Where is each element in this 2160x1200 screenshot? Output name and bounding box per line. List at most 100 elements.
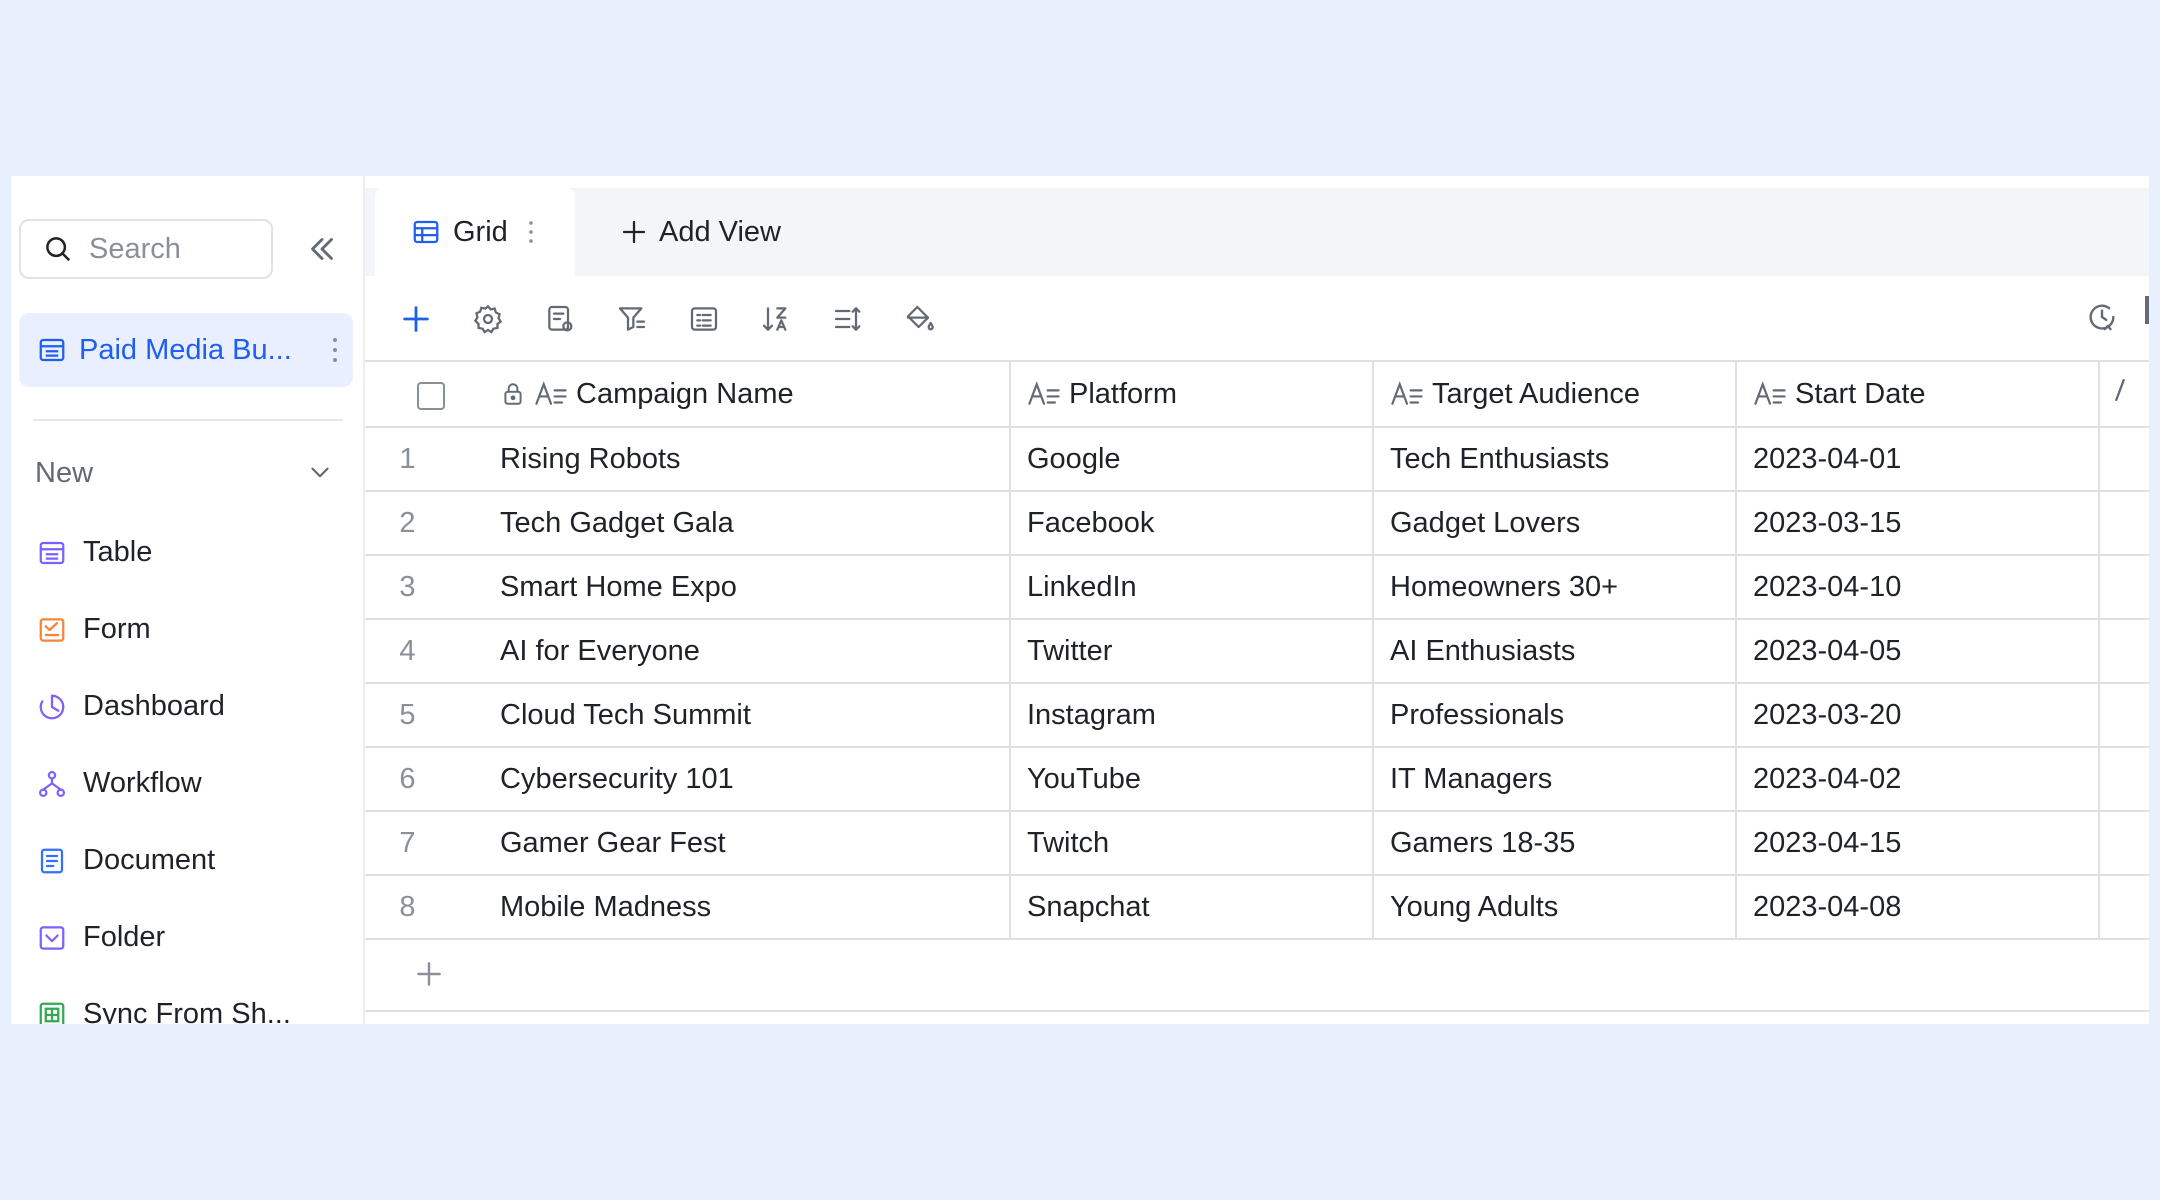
cell-campaign-name[interactable]: Tech Gadget Gala — [500, 492, 1011, 554]
row-height-button[interactable] — [829, 300, 867, 338]
cell-next-partial[interactable] — [2100, 812, 2149, 874]
column-header-platform[interactable]: Platform — [1011, 362, 1374, 426]
gear-icon — [473, 304, 503, 334]
cell-target-audience[interactable]: Gadget Lovers — [1374, 492, 1737, 554]
column-header-label: Platform — [1069, 377, 1177, 410]
cell-platform[interactable]: Google — [1011, 428, 1374, 490]
column-header-target-audience[interactable]: Target Audience — [1374, 362, 1737, 426]
table-row[interactable]: 6 Cybersecurity 101 YouTube IT Managers 2023… — [365, 748, 2149, 812]
cell-campaign-name[interactable]: Cybersecurity 101 — [500, 748, 1011, 810]
cell-start-date[interactable]: 2023-04-05 — [1737, 620, 2100, 682]
group-button[interactable] — [685, 300, 723, 338]
table-row[interactable]: 4 AI for Everyone Twitter AI Enthusiasts 202… — [365, 620, 2149, 684]
cell-next-partial[interactable] — [2100, 556, 2149, 618]
cell-platform[interactable]: YouTube — [1011, 748, 1374, 810]
scrollbar-handle[interactable] — [2145, 296, 2149, 324]
column-header-next-partial[interactable] — [2100, 362, 2149, 426]
column-header-start-date[interactable]: Start Date — [1737, 362, 2100, 426]
cell-campaign-name[interactable]: Gamer Gear Fest — [500, 812, 1011, 874]
table-row[interactable]: 7 Gamer Gear Fest Twitch Gamers 18-35 2023-0… — [365, 812, 2149, 876]
more-vertical-icon[interactable] — [331, 335, 339, 370]
search-box[interactable] — [19, 219, 273, 279]
new-item-sync-from-sheet[interactable]: Sync From Sh... — [35, 976, 291, 1024]
cell-next-partial[interactable] — [2100, 876, 2149, 938]
cell-platform[interactable]: Facebook — [1011, 492, 1374, 554]
row-height-icon — [834, 307, 861, 331]
tab-grid[interactable]: Grid — [375, 188, 575, 276]
table-row[interactable]: 2 Tech Gadget Gala Facebook Gadget Lovers 20… — [365, 492, 2149, 556]
settings-button[interactable] — [469, 300, 507, 338]
cell-campaign-name[interactable]: Mobile Madness — [500, 876, 1011, 938]
cell-target-audience[interactable]: Gamers 18-35 — [1374, 812, 1737, 874]
fill-color-button[interactable] — [901, 300, 939, 338]
base-item-paid-media[interactable]: Paid Media Bu... — [19, 313, 353, 387]
table-row[interactable]: 8 Mobile Madness Snapchat Young Adults 2023-… — [365, 876, 2149, 940]
row-number: 8 — [399, 890, 416, 923]
grid-view-icon — [411, 217, 441, 247]
new-item-label: Dashboard — [83, 690, 225, 722]
table-row[interactable]: 1 Rising Robots Google Tech Enthusiasts 2023… — [365, 428, 2149, 492]
select-all-cell — [365, 362, 500, 426]
cell-campaign-name[interactable]: AI for Everyone — [500, 620, 1011, 682]
history-icon — [2089, 304, 2115, 331]
cell-next-partial[interactable] — [2100, 748, 2149, 810]
sort-button[interactable] — [757, 300, 795, 338]
search-input[interactable] — [87, 231, 261, 267]
more-vertical-icon[interactable] — [528, 219, 534, 245]
cell-campaign-name[interactable]: Smart Home Expo — [500, 556, 1011, 618]
cell-platform[interactable]: Twitch — [1011, 812, 1374, 874]
text-field-icon — [1027, 379, 1061, 409]
filter-icon — [618, 307, 646, 331]
new-item-table[interactable]: Table — [35, 514, 291, 591]
table-row[interactable]: 3 Smart Home Expo LinkedIn Homeowners 30+ 20… — [365, 556, 2149, 620]
cell-target-audience[interactable]: IT Managers — [1374, 748, 1737, 810]
cell-start-date[interactable]: 2023-03-15 — [1737, 492, 2100, 554]
cell-platform[interactable]: Twitter — [1011, 620, 1374, 682]
cell-next-partial[interactable] — [2100, 620, 2149, 682]
cell-target-audience[interactable]: Young Adults — [1374, 876, 1737, 938]
select-all-checkbox[interactable] — [417, 382, 445, 418]
new-section-toggle[interactable]: New — [35, 448, 335, 498]
base-item-label: Paid Media Bu... — [79, 333, 292, 366]
new-item-folder[interactable]: Folder — [35, 899, 291, 976]
collapse-sidebar-button[interactable] — [303, 230, 341, 268]
cell-start-date[interactable]: 2023-04-02 — [1737, 748, 2100, 810]
cell-next-partial[interactable] — [2100, 492, 2149, 554]
new-item-label: Folder — [83, 921, 166, 953]
new-item-document[interactable]: Document — [35, 822, 291, 899]
lock-icon — [500, 379, 526, 409]
cell-platform[interactable]: LinkedIn — [1011, 556, 1374, 618]
table-row[interactable]: 5 Cloud Tech Summit Instagram Professionals… — [365, 684, 2149, 748]
add-record-button[interactable] — [397, 300, 435, 338]
new-item-dashboard[interactable]: Dashboard — [35, 668, 291, 745]
sidebar-divider — [33, 419, 343, 421]
new-item-form[interactable]: Form — [35, 591, 291, 668]
new-item-workflow[interactable]: Workflow — [35, 745, 291, 822]
column-header-label: Campaign Name — [576, 377, 794, 410]
cell-start-date[interactable]: 2023-04-10 — [1737, 556, 2100, 618]
history-button[interactable] — [2085, 300, 2125, 340]
add-row-button[interactable] — [365, 940, 2149, 1012]
cell-campaign-name[interactable]: Cloud Tech Summit — [500, 684, 1011, 746]
text-field-icon — [1753, 379, 1787, 409]
cell-start-date[interactable]: 2023-03-20 — [1737, 684, 2100, 746]
cell-next-partial[interactable] — [2100, 428, 2149, 490]
cell-target-audience[interactable]: Tech Enthusiasts — [1374, 428, 1737, 490]
cell-target-audience[interactable]: Professionals — [1374, 684, 1737, 746]
cell-platform[interactable]: Snapchat — [1011, 876, 1374, 938]
cell-start-date[interactable]: 2023-04-08 — [1737, 876, 2100, 938]
column-header-campaign-name[interactable]: Campaign Name — [500, 362, 1011, 426]
view-tabs: Grid Add View — [365, 188, 2149, 276]
row-number: 1 — [399, 442, 416, 475]
add-view-button[interactable]: Add View — [619, 212, 781, 252]
field-settings-button[interactable] — [541, 300, 579, 338]
search-icon — [46, 237, 71, 262]
filter-button[interactable] — [613, 300, 651, 338]
cell-target-audience[interactable]: AI Enthusiasts — [1374, 620, 1737, 682]
cell-start-date[interactable]: 2023-04-01 — [1737, 428, 2100, 490]
cell-next-partial[interactable] — [2100, 684, 2149, 746]
cell-campaign-name[interactable]: Rising Robots — [500, 428, 1011, 490]
cell-platform[interactable]: Instagram — [1011, 684, 1374, 746]
cell-start-date[interactable]: 2023-04-15 — [1737, 812, 2100, 874]
cell-target-audience[interactable]: Homeowners 30+ — [1374, 556, 1737, 618]
